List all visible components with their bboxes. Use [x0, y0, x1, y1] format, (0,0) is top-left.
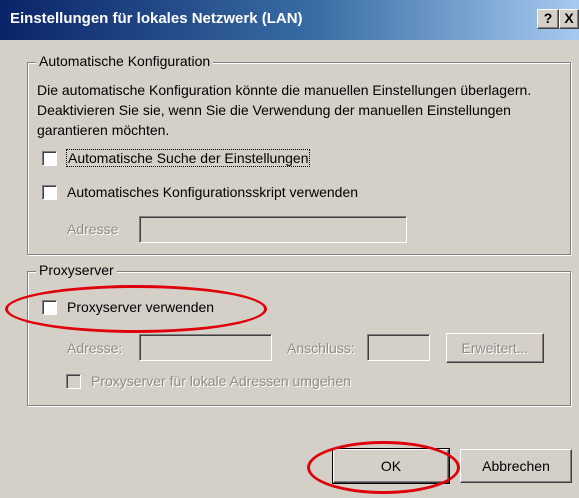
- auto-config-description: Die automatische Konfiguration könnte di…: [37, 82, 532, 138]
- advanced-button-label: Erweitert...: [461, 340, 529, 356]
- cancel-button-label: Abbrechen: [482, 458, 550, 474]
- title-bar[interactable]: Einstellungen für lokales Netzwerk (LAN)…: [0, 0, 579, 40]
- cancel-button[interactable]: Abbrechen: [460, 449, 572, 483]
- bypass-local-checkbox[interactable]: [66, 373, 81, 389]
- script-address-input[interactable]: [139, 216, 407, 243]
- ok-button[interactable]: OK: [332, 448, 450, 484]
- close-button[interactable]: X: [559, 9, 579, 29]
- auto-detect-label[interactable]: Automatische Suche der Einstellungen: [65, 149, 311, 167]
- auto-detect-checkbox[interactable]: [42, 150, 57, 166]
- proxy-port-input[interactable]: [367, 334, 430, 361]
- bypass-local-row[interactable]: Proxyserver für lokale Adressen umgehen: [66, 373, 351, 389]
- config-script-row[interactable]: Automatisches Konfigurationsskript verwe…: [42, 184, 358, 200]
- close-icon: X: [564, 10, 574, 26]
- help-button[interactable]: ?: [537, 9, 559, 29]
- auto-detect-row[interactable]: Automatische Suche der Einstellungen: [42, 149, 311, 167]
- proxy-port-label: Anschluss:: [287, 340, 355, 356]
- use-proxy-row[interactable]: Proxyserver verwenden: [42, 299, 214, 315]
- proxy-address-input[interactable]: [139, 334, 272, 361]
- use-proxy-label[interactable]: Proxyserver verwenden: [67, 299, 214, 315]
- lan-settings-dialog: Einstellungen für lokales Netzwerk (LAN)…: [0, 0, 579, 498]
- config-script-checkbox[interactable]: [42, 184, 57, 200]
- advanced-button[interactable]: Erweitert...: [446, 333, 544, 363]
- help-icon: ?: [543, 10, 553, 26]
- ok-button-label: OK: [380, 458, 402, 474]
- proxy-legend: Proxyserver: [36, 262, 117, 278]
- proxy-address-label: Adresse:: [67, 340, 123, 356]
- window-title: Einstellungen für lokales Netzwerk (LAN): [10, 10, 303, 27]
- bypass-local-label[interactable]: Proxyserver für lokale Adressen umgehen: [91, 373, 351, 389]
- config-script-label[interactable]: Automatisches Konfigurationsskript verwe…: [67, 184, 358, 200]
- use-proxy-checkbox[interactable]: [42, 299, 57, 315]
- script-address-label: Adresse: [67, 221, 119, 237]
- auto-config-legend: Automatische Konfiguration: [36, 53, 214, 69]
